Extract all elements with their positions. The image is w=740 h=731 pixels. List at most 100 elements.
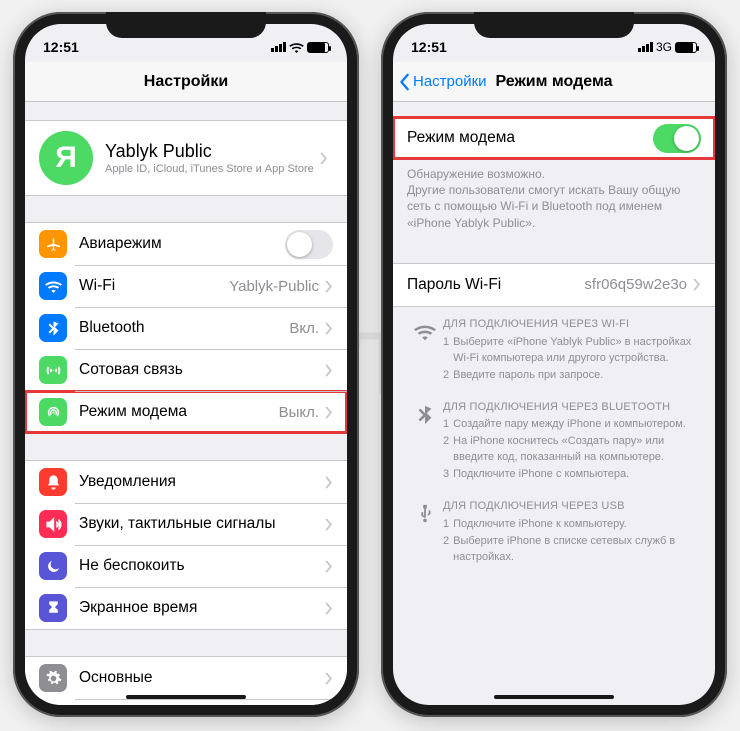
signal-icon: [638, 42, 653, 52]
group-1: Уведомления Звуки, тактильные сигналы Не б…: [25, 460, 347, 630]
row-wifi[interactable]: Wi-FiYablyk-Public: [25, 265, 347, 307]
notch: [474, 12, 634, 38]
row-gear[interactable]: Основные: [25, 657, 347, 699]
row-label: Режим модема: [407, 129, 653, 147]
profile-name: Yablyk Public: [105, 141, 314, 162]
row-label: Уведомления: [79, 473, 319, 491]
chevron-icon: [325, 406, 333, 419]
row-bluetooth[interactable]: BluetoothВкл.: [25, 307, 347, 349]
row-label: Не беспокоить: [79, 557, 319, 575]
page-title: Режим модема: [496, 73, 613, 91]
row-wifi-password[interactable]: Пароль Wi-Fisfr06q59w2e3o: [393, 264, 715, 306]
row-label: Wi-Fi: [79, 277, 229, 295]
moon-icon: [39, 552, 67, 580]
inst-step: 2Введите пароль при запросе.: [443, 368, 701, 384]
home-indicator: [126, 695, 246, 699]
row-hourglass[interactable]: Экранное время: [25, 587, 347, 629]
usb-icon: [407, 499, 443, 566]
status-right: [271, 42, 329, 53]
group-profile: Я Yablyk PublicApple ID, iCloud, iTunes S…: [25, 120, 347, 196]
battery-icon: [307, 42, 329, 53]
bluetooth-icon: [39, 314, 67, 342]
chevron-icon: [325, 364, 333, 377]
row-antenna[interactable]: Сотовая связь: [25, 349, 347, 391]
inst-title: ДЛЯ ПОДКЛЮЧЕНИЯ ЧЕРЕЗ BLUETOOTH: [443, 400, 701, 416]
group-password: Пароль Wi-Fisfr06q59w2e3o: [393, 263, 715, 307]
chevron-icon: [693, 278, 701, 291]
status-time: 12:51: [411, 39, 447, 55]
row-moon[interactable]: Не беспокоить: [25, 545, 347, 587]
bluetooth-icon: [407, 400, 443, 484]
instructions-usb: ДЛЯ ПОДКЛЮЧЕНИЯ ЧЕРЕЗ USB1Подключите iPh…: [393, 489, 715, 572]
inst-step: 2На iPhone коснитесь «Создать пару» или …: [443, 434, 701, 466]
hourglass-icon: [39, 594, 67, 622]
row-value: Выкл.: [279, 404, 319, 421]
hotspot-icon: [39, 398, 67, 426]
inst-step: 1Подключите iPhone к компьютеру.: [443, 517, 701, 533]
chevron-icon: [325, 322, 333, 335]
row-label: Основные: [79, 669, 319, 687]
phone-left: 12:51 Настройки ЯYablyk PublicApple ID, …: [13, 12, 359, 717]
chevron-icon: [320, 152, 328, 165]
content[interactable]: Я Yablyk PublicApple ID, iCloud, iTunes S…: [25, 102, 347, 705]
wifi-icon: [407, 317, 443, 384]
row-label: Звуки, тактильные сигналы: [79, 515, 319, 533]
toggle[interactable]: [653, 124, 701, 153]
row-hotspot[interactable]: Режим модемаВыкл.: [25, 391, 347, 433]
row-label: Экранное время: [79, 599, 319, 617]
group-0: АвиарежимWi-FiYablyk-PublicBluetoothВкл.…: [25, 222, 347, 434]
notch: [106, 12, 266, 38]
row-bell[interactable]: Уведомления: [25, 461, 347, 503]
back-button[interactable]: Настройки: [399, 62, 487, 101]
navbar: Настройки Режим модема: [393, 62, 715, 102]
airplane-icon: [39, 230, 67, 258]
chevron-icon: [325, 476, 333, 489]
inst-title: ДЛЯ ПОДКЛЮЧЕНИЯ ЧЕРЕЗ WI-FI: [443, 317, 701, 333]
avatar: Я: [39, 131, 93, 185]
inst-body: ДЛЯ ПОДКЛЮЧЕНИЯ ЧЕРЕЗ WI-FI1Выберите «iP…: [443, 317, 701, 384]
row-hotspot-toggle[interactable]: Режим модема: [393, 117, 715, 159]
row-label: Сотовая связь: [79, 361, 319, 379]
screen-left: 12:51 Настройки ЯYablyk PublicApple ID, …: [25, 24, 347, 705]
profile-sub: Apple ID, iCloud, iTunes Store и App Sto…: [105, 163, 314, 175]
network-text: 3G: [656, 40, 672, 54]
row-label: Bluetooth: [79, 319, 289, 337]
instructions-wifi: ДЛЯ ПОДКЛЮЧЕНИЯ ЧЕРЕЗ WI-FI1Выберите «iP…: [393, 307, 715, 390]
chevron-icon: [325, 518, 333, 531]
row-value: Yablyk-Public: [229, 278, 319, 295]
antenna-icon: [39, 356, 67, 384]
row-label: Пароль Wi-Fi: [407, 276, 584, 294]
inst-body: ДЛЯ ПОДКЛЮЧЕНИЯ ЧЕРЕЗ BLUETOOTH1Создайте…: [443, 400, 701, 484]
profile-text: Yablyk PublicApple ID, iCloud, iTunes St…: [105, 141, 314, 175]
row-sound[interactable]: Звуки, тактильные сигналы: [25, 503, 347, 545]
discovery-note: Обнаружение возможно.Другие пользователи…: [393, 160, 715, 237]
battery-icon: [675, 42, 697, 53]
wifi-icon: [39, 272, 67, 300]
sound-icon: [39, 510, 67, 538]
chevron-icon: [325, 280, 333, 293]
home-indicator: [494, 695, 614, 699]
content[interactable]: Режим модема Обнаружение возможно.Другие …: [393, 102, 715, 705]
phone-right: 12:51 3G Настройки Режим модема Режим мо…: [381, 12, 727, 717]
toggle[interactable]: [285, 230, 333, 259]
chevron-icon: [325, 560, 333, 573]
row-label: Авиарежим: [79, 235, 285, 253]
chevron-icon: [325, 602, 333, 615]
wifi-icon: [289, 42, 304, 53]
back-label: Настройки: [413, 73, 487, 90]
signal-icon: [271, 42, 286, 52]
row-airplane[interactable]: Авиарежим: [25, 223, 347, 265]
bell-icon: [39, 468, 67, 496]
instructions-bluetooth: ДЛЯ ПОДКЛЮЧЕНИЯ ЧЕРЕЗ BLUETOOTH1Создайте…: [393, 390, 715, 490]
inst-step: 3Подключите iPhone с компьютера.: [443, 467, 701, 483]
row-profile[interactable]: Я Yablyk PublicApple ID, iCloud, iTunes S…: [25, 121, 347, 195]
row-value: sfr06q59w2e3o: [584, 276, 687, 293]
row-label: Режим модема: [79, 403, 279, 421]
inst-step: 1Создайте пару между iPhone и компьютеро…: [443, 417, 701, 433]
row-sliders[interactable]: Пункт управления: [25, 699, 347, 705]
row-value: Вкл.: [289, 320, 319, 337]
navbar: Настройки: [25, 62, 347, 102]
chevron-icon: [325, 672, 333, 685]
page-title: Настройки: [144, 73, 228, 91]
screen-right: 12:51 3G Настройки Режим модема Режим мо…: [393, 24, 715, 705]
